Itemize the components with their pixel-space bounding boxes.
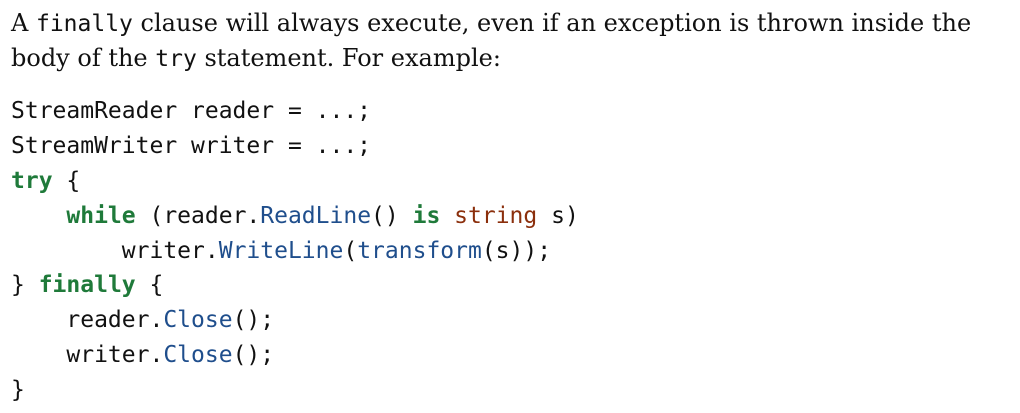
code-text: ();: [232, 307, 275, 334]
keyword-try: try: [11, 167, 53, 194]
type-string: string: [454, 202, 538, 229]
code-text: StreamReader reader = ...;: [11, 98, 372, 124]
code-line-6: } finally {: [11, 268, 579, 303]
method-writeline: WriteLine: [218, 237, 344, 264]
code-text: (): [371, 202, 413, 229]
method-readline: ReadLine: [260, 202, 372, 229]
inline-code-finally: finally: [35, 11, 133, 37]
method-close: Close: [163, 342, 233, 369]
code-text: s): [537, 202, 579, 229]
code-line-5: writer.WriteLine(transform(s));: [11, 234, 579, 269]
intro-paragraph: A finally clause will always execute, ev…: [11, 6, 1015, 76]
code-text: reader.: [11, 307, 164, 334]
code-line-9: }: [11, 373, 579, 408]
code-text: ();: [232, 342, 275, 369]
code-text: writer.: [11, 237, 219, 264]
code-line-7: reader.Close();: [11, 303, 579, 338]
keyword-is: is: [412, 202, 441, 229]
code-text: StreamWriter writer = ...;: [11, 132, 372, 159]
code-text: (s));: [481, 237, 552, 264]
paragraph-text: A: [11, 9, 36, 37]
code-text: (: [343, 237, 358, 264]
code-line-3: try {: [11, 164, 579, 199]
code-line-1: StreamReader reader = ...;: [11, 94, 579, 129]
paragraph-text: statement. For example:: [196, 44, 501, 72]
code-text: writer.: [11, 342, 164, 369]
code-text: }: [11, 272, 39, 299]
method-close: Close: [163, 307, 233, 334]
code-line-4: while (reader.ReadLine() is string s): [11, 199, 579, 234]
code-text: }: [11, 377, 25, 404]
code-block: StreamReader reader = ...; StreamWriter w…: [11, 94, 579, 408]
code-line-8: writer.Close();: [11, 338, 579, 373]
code-text: {: [135, 272, 164, 299]
keyword-while: while: [66, 202, 136, 229]
keyword-finally: finally: [38, 272, 136, 299]
inline-code-try: try: [155, 46, 197, 72]
code-text: {: [52, 167, 81, 194]
code-text: (reader.: [135, 202, 261, 229]
method-transform: transform: [357, 237, 482, 264]
code-line-2: StreamWriter writer = ...;: [11, 129, 579, 164]
